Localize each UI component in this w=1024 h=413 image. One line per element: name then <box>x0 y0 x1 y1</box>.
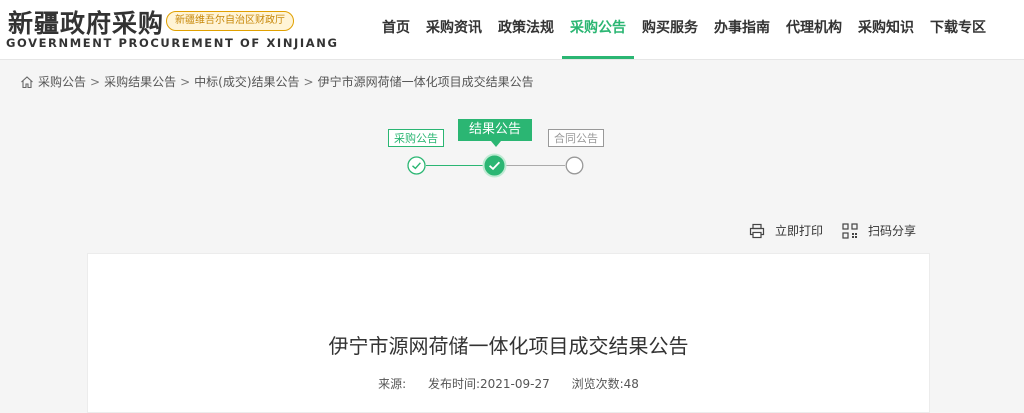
breadcrumb-current: 伊宁市源网荷储一体化项目成交结果公告 <box>317 75 534 89</box>
step-label-procurement[interactable]: 采购公告 <box>388 129 444 147</box>
breadcrumb-link-announcements[interactable]: 采购公告 <box>38 73 86 90</box>
publish-date-field: 发布时间:2021-09-27 <box>428 377 550 391</box>
source-field: 来源: <box>378 377 406 391</box>
step-connector <box>426 165 483 166</box>
publish-date-value: 2021-09-27 <box>480 377 550 391</box>
view-count-label: 浏览次数: <box>571 377 624 391</box>
view-count-field: 浏览次数:48 <box>572 377 639 391</box>
nav-downloads[interactable]: 下载专区 <box>922 0 994 59</box>
breadcrumb-link-award-results[interactable]: 中标(成交)结果公告 <box>194 73 299 90</box>
print-button[interactable]: 立即打印 <box>749 222 823 239</box>
nav-news[interactable]: 采购资讯 <box>418 0 490 59</box>
publish-date-label: 发布时间: <box>427 377 480 391</box>
step-label-result[interactable]: 结果公告 <box>458 119 532 147</box>
site-header: 新疆政府采购 新疆维吾尔自治区财政厅 GOVERNMENT PROCUREMEN… <box>0 0 1024 60</box>
source-label: 来源: <box>378 377 407 391</box>
share-label: 扫码分享 <box>868 224 917 238</box>
check-circle-active-icon <box>482 153 507 178</box>
share-button[interactable]: 扫码分享 <box>842 222 916 239</box>
breadcrumb-separator: > <box>90 74 101 89</box>
printer-icon <box>749 223 765 238</box>
breadcrumb-separator: > <box>303 74 314 89</box>
pending-circle-icon <box>565 156 584 175</box>
breadcrumb: 采购公告 > 采购结果公告 > 中标(成交)结果公告 > 伊宁市源网荷储一体化项… <box>20 73 534 90</box>
article-card: 伊宁市源网荷储一体化项目成交结果公告 来源: 发布时间:2021-09-27 浏… <box>87 253 930 413</box>
step-connector <box>506 165 565 166</box>
nav-home[interactable]: 首页 <box>374 0 418 59</box>
main-nav: 首页 采购资讯 政策法规 采购公告 购买服务 办事指南 代理机构 采购知识 下载… <box>374 0 994 59</box>
nav-guide[interactable]: 办事指南 <box>706 0 778 59</box>
breadcrumb-link-results[interactable]: 采购结果公告 <box>104 73 176 90</box>
view-count-value: 48 <box>623 377 639 391</box>
nav-announcements[interactable]: 采购公告 <box>562 0 634 59</box>
check-circle-icon <box>407 156 426 175</box>
nav-policy[interactable]: 政策法规 <box>490 0 562 59</box>
nav-agencies[interactable]: 代理机构 <box>778 0 850 59</box>
site-title[interactable]: 新疆政府采购 <box>8 4 164 40</box>
site-subtitle: GOVERNMENT PROCUREMENT OF XINJIANG <box>6 36 339 50</box>
qr-code-icon <box>842 222 858 239</box>
home-icon[interactable] <box>20 75 34 89</box>
article-meta: 来源: 发布时间:2021-09-27 浏览次数:48 <box>88 375 929 392</box>
step-label-contract[interactable]: 合同公告 <box>548 129 604 147</box>
breadcrumb-separator: > <box>180 74 191 89</box>
department-badge: 新疆维吾尔自治区财政厅 <box>166 11 294 31</box>
nav-services[interactable]: 购买服务 <box>634 0 706 59</box>
nav-knowledge[interactable]: 采购知识 <box>850 0 922 59</box>
print-label: 立即打印 <box>775 224 824 238</box>
article-title: 伊宁市源网荷储一体化项目成交结果公告 <box>328 334 689 358</box>
